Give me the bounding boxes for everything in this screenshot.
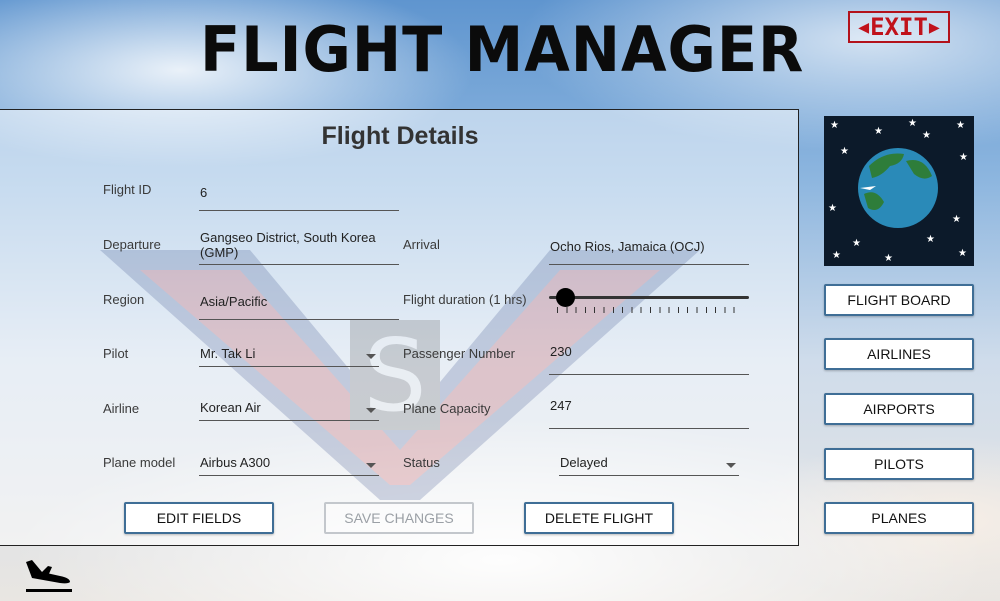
- nav-airlines-button[interactable]: AIRLINES: [824, 338, 974, 370]
- slider-ticks: [557, 307, 741, 313]
- svg-text:★: ★: [832, 250, 841, 261]
- region-label: Region: [103, 292, 145, 307]
- svg-text:★: ★: [958, 248, 967, 259]
- svg-text:★: ★: [852, 238, 861, 249]
- slider-thumb[interactable]: [556, 288, 575, 307]
- chevron-down-icon: [726, 463, 736, 468]
- passenger-value: 230: [550, 344, 572, 359]
- duration-label: Flight duration (1 hrs): [403, 292, 527, 307]
- arrival-value: Ocho Rios, Jamaica (OCJ): [550, 239, 705, 254]
- arrival-field[interactable]: Ocho Rios, Jamaica (OCJ): [549, 232, 749, 265]
- svg-text:★: ★: [828, 203, 837, 214]
- svg-text:★: ★: [874, 126, 883, 137]
- form-title: Flight Details: [321, 122, 479, 150]
- svg-text:★: ★: [840, 146, 849, 157]
- exit-label: EXIT: [870, 13, 928, 41]
- exit-button[interactable]: ◀ EXIT ▶: [848, 11, 950, 43]
- svg-text:★: ★: [922, 130, 931, 141]
- slider-track: [549, 296, 749, 299]
- svg-text:★: ★: [926, 234, 935, 245]
- status-select[interactable]: Delayed: [559, 451, 739, 476]
- region-field[interactable]: Asia/Pacific: [199, 287, 399, 320]
- nav-planes-button[interactable]: PLANES: [824, 502, 974, 534]
- plane-model-select[interactable]: Airbus A300: [199, 451, 379, 476]
- status-label: Status: [403, 455, 440, 470]
- plane-model-label: Plane model: [103, 455, 176, 470]
- svg-text:★: ★: [959, 152, 968, 163]
- plane-landing-icon[interactable]: [24, 556, 74, 594]
- nav-airports-button[interactable]: AIRPORTS: [824, 393, 974, 425]
- nav-flight-board-button[interactable]: FLIGHT BOARD: [824, 284, 974, 316]
- svg-text:★: ★: [830, 120, 839, 131]
- svg-text:★: ★: [952, 214, 961, 225]
- arrival-label: Arrival: [403, 237, 440, 252]
- svg-text:★: ★: [956, 120, 965, 131]
- globe-logo: ★ ★ ★ ★ ★ ★ ★ ★ ★ ★ ★ ★ ★ ★: [824, 116, 974, 266]
- chevron-down-icon: [366, 463, 376, 468]
- chevron-down-icon: [366, 408, 376, 413]
- chevron-down-icon: [366, 354, 376, 359]
- flight-id-field[interactable]: 6: [199, 178, 399, 211]
- nav-pilots-button[interactable]: PILOTS: [824, 448, 974, 480]
- airline-value: Korean Air: [200, 400, 261, 415]
- departure-value: Gangseo District, South Korea (GMP): [200, 230, 376, 260]
- pilot-value: Mr. Tak Li: [200, 346, 256, 361]
- departure-field[interactable]: Gangseo District, South Korea (GMP): [199, 226, 399, 265]
- pilot-label: Pilot: [103, 346, 129, 361]
- passenger-field[interactable]: 230: [549, 342, 749, 375]
- plane-model-value: Airbus A300: [200, 455, 271, 470]
- triangle-right-icon: ▶: [928, 16, 940, 38]
- edit-fields-button[interactable]: EDIT FIELDS: [124, 502, 274, 534]
- save-changes-button[interactable]: SAVE CHANGES: [324, 502, 474, 534]
- airline-label: Airline: [103, 401, 140, 416]
- status-value: Delayed: [560, 455, 608, 470]
- svg-text:★: ★: [908, 118, 917, 129]
- departure-label: Departure: [103, 237, 161, 252]
- region-value: Asia/Pacific: [200, 294, 268, 309]
- flight-details-panel: S Flight Details: [0, 109, 799, 546]
- delete-flight-button[interactable]: DELETE FLIGHT: [524, 502, 674, 534]
- capacity-value: 247: [550, 398, 572, 413]
- capacity-label: Plane Capacity: [403, 401, 491, 416]
- app-title: FLIGHT MANAGER: [200, 13, 805, 86]
- passenger-label: Passenger Number: [403, 346, 515, 361]
- duration-slider[interactable]: [549, 287, 749, 317]
- flight-id-label: Flight ID: [103, 182, 152, 197]
- airline-select[interactable]: Korean Air: [199, 396, 379, 421]
- globe-icon: ★ ★ ★ ★ ★ ★ ★ ★ ★ ★ ★ ★ ★ ★: [828, 118, 968, 264]
- pilot-select[interactable]: Mr. Tak Li: [199, 342, 379, 367]
- triangle-left-icon: ◀: [858, 16, 870, 38]
- svg-text:★: ★: [884, 253, 893, 264]
- flight-id-value: 6: [200, 185, 208, 200]
- capacity-field[interactable]: 247: [549, 396, 749, 429]
